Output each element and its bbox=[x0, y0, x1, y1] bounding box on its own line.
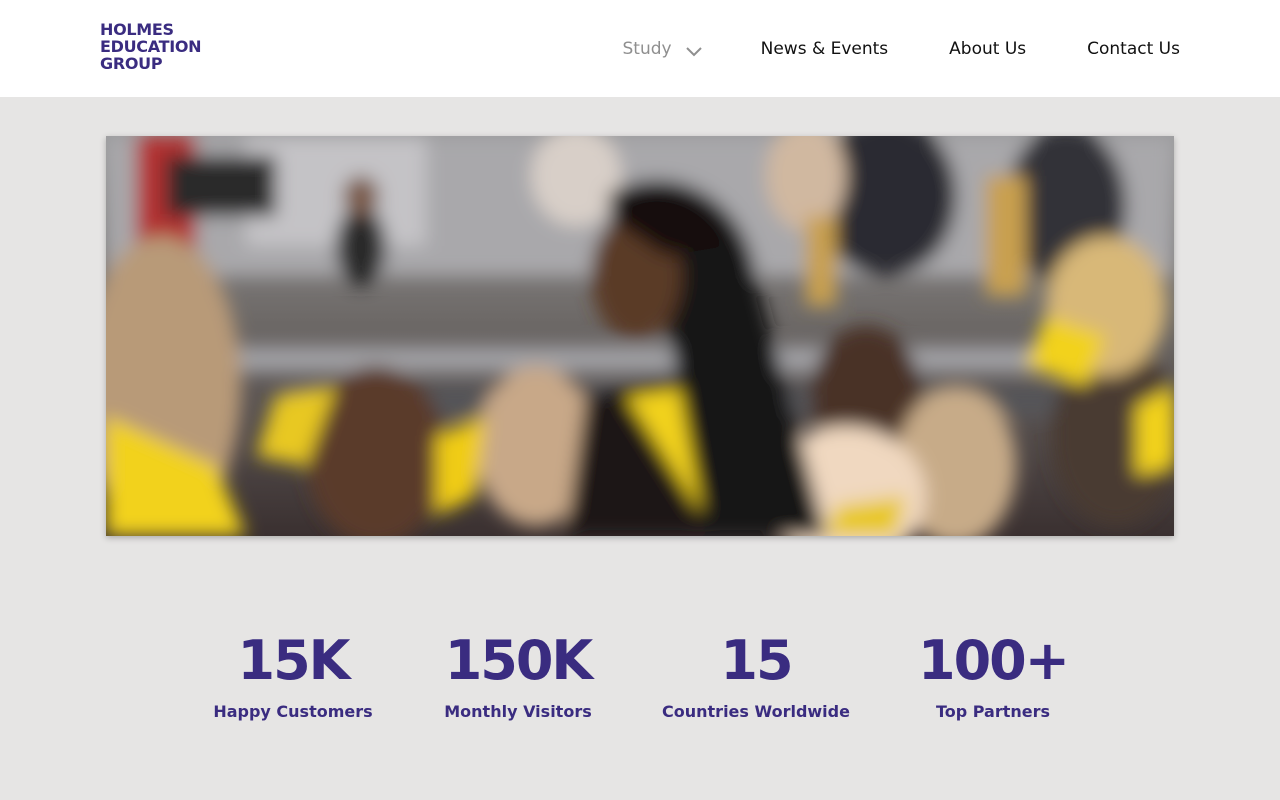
stat-happy-customers: 15K Happy Customers bbox=[173, 626, 413, 723]
chevron-down-icon[interactable] bbox=[685, 42, 702, 57]
stat-countries-worldwide: 15 Countries Worldwide bbox=[636, 626, 876, 723]
site-header: HOLMES EDUCATION GROUP Study News & Even… bbox=[0, 0, 1280, 97]
hero-image bbox=[106, 136, 1174, 536]
nav-study[interactable]: Study bbox=[623, 36, 702, 62]
nav-study-label: Study bbox=[622, 39, 672, 59]
nav-contact-label: Contact Us bbox=[1087, 39, 1180, 59]
stat-value: 15K bbox=[237, 629, 351, 692]
nav-contact[interactable]: Contact Us bbox=[1087, 36, 1180, 62]
nav-news-events-label: News & Events bbox=[760, 39, 889, 59]
nav-about-label: About Us bbox=[949, 39, 1027, 59]
stat-value: 15 bbox=[720, 629, 793, 692]
stat-value: 150K bbox=[444, 629, 594, 692]
logo-line-2: EDUCATION bbox=[100, 37, 202, 56]
graduation-photo bbox=[106, 136, 1174, 536]
stat-label: Top Partners bbox=[935, 702, 1051, 721]
logo-line-1: HOLMES bbox=[100, 20, 174, 39]
nav-about[interactable]: About Us bbox=[949, 36, 1026, 62]
nav-news-events[interactable]: News & Events bbox=[761, 36, 889, 62]
main-nav: Study News & Events About Us Contact Us bbox=[623, 36, 1180, 62]
logo-line-3: GROUP bbox=[100, 54, 163, 73]
stat-monthly-visitors: 150K Monthly Visitors bbox=[398, 626, 638, 723]
stat-top-partners: 100+ Top Partners bbox=[873, 626, 1113, 723]
logo[interactable]: HOLMES EDUCATION GROUP bbox=[100, 20, 202, 73]
stat-value: 100+ bbox=[918, 629, 1070, 692]
stat-label: Countries Worldwide bbox=[662, 702, 850, 721]
stat-label: Monthly Visitors bbox=[444, 702, 592, 721]
stat-label: Happy Customers bbox=[213, 702, 373, 721]
